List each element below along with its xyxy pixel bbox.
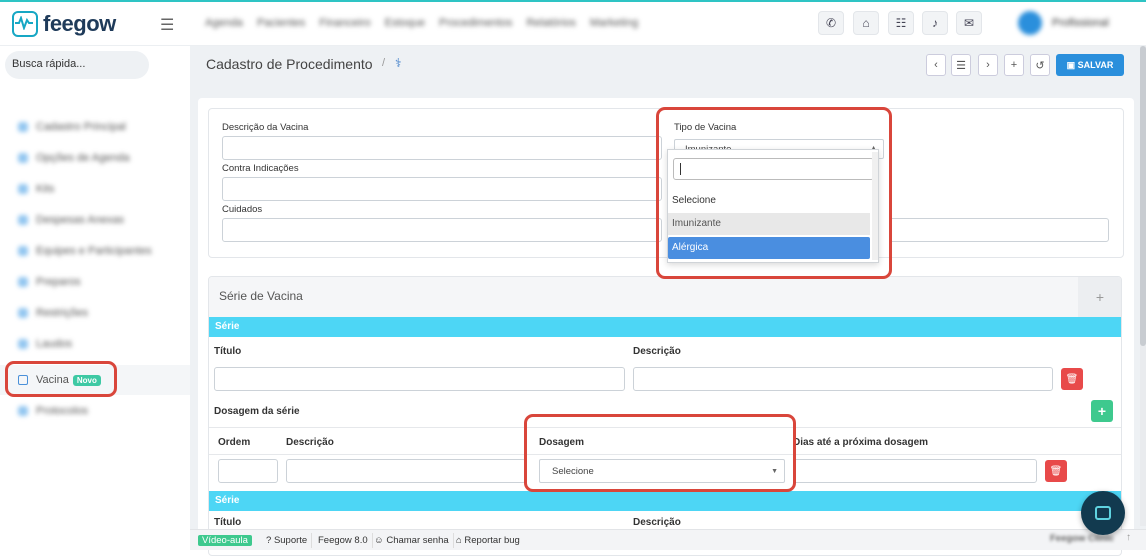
top-bar: feegow ☰ Agenda Pacientes Financeiro Est… <box>0 2 1146 46</box>
chat-icon <box>1095 506 1111 520</box>
ordem-input[interactable] <box>218 459 278 483</box>
delete-dosagem-button[interactable]: 🗑 <box>1045 460 1067 482</box>
col-ordem: Ordem <box>218 437 251 448</box>
save-button[interactable]: ▣ SALVAR <box>1056 54 1124 76</box>
user-name: Profissional <box>1052 17 1109 29</box>
inbox-icon[interactable]: ⌂ <box>853 11 879 35</box>
chat-icon[interactable]: ✉ <box>956 11 982 35</box>
breadcrumb-separator: / <box>382 57 386 69</box>
topnav-item[interactable]: Financeiro <box>319 17 370 29</box>
page-title: Cadastro de Procedimento <box>206 56 373 72</box>
sidebar-item[interactable]: Restrições <box>0 298 190 328</box>
descricao-input[interactable] <box>222 136 662 160</box>
prev-button[interactable]: ‹ <box>926 54 946 76</box>
dosagem-serie-label: Dosagem da série <box>214 406 300 417</box>
topnav-item[interactable]: Marketing <box>590 17 638 29</box>
sidebar-item[interactable]: Opções de Agenda <box>0 143 190 173</box>
descricao-label-2: Descrição <box>633 517 681 528</box>
topnav-item[interactable]: Estoque <box>385 17 425 29</box>
add-button[interactable]: + <box>1004 54 1024 76</box>
history-button[interactable]: ↺ <box>1030 54 1050 76</box>
sidebar-item[interactable]: Laudos <box>0 329 190 359</box>
contra-input[interactable] <box>222 177 662 201</box>
people-icon: ☺ <box>374 535 387 546</box>
bell-icon[interactable]: ♪ <box>922 11 948 35</box>
col-dias: Dias até a próxima dosagem <box>793 437 929 448</box>
serie-header: Série de Vacina + <box>209 277 1121 317</box>
trash-icon: 🗑 <box>1065 373 1079 385</box>
version-label: Feegow 8.0 <box>314 533 373 548</box>
highlight-box <box>524 414 796 492</box>
sidebar-item[interactable]: Preparos <box>0 267 190 297</box>
topnav-item[interactable]: Relatórios <box>526 17 576 29</box>
trash-icon: 🗑 <box>1049 465 1063 477</box>
chat-fab-button[interactable] <box>1081 491 1125 535</box>
titulo-label: Título <box>214 346 242 357</box>
suporte-link[interactable]: ? Suporte <box>262 533 313 548</box>
col-descricao: Descrição <box>286 437 334 448</box>
page-scrollbar[interactable] <box>1140 46 1146 526</box>
cuidados-label: Cuidados <box>222 204 263 215</box>
report-bug-link[interactable]: ⌂ Reportar bug <box>452 533 524 548</box>
footer: Vídeo-aula ? Suporte Feegow 8.0 ☺ Chamar… <box>190 529 1146 550</box>
avatar <box>1018 11 1042 35</box>
titulo-label-2: Título <box>214 517 242 528</box>
topnav-item[interactable]: Pacientes <box>257 17 305 29</box>
add-serie-button[interactable]: + <box>1078 277 1121 317</box>
help-icon: ? <box>266 535 274 546</box>
scroll-top-icon[interactable]: ↑ <box>1126 532 1131 543</box>
chamar-senha-link[interactable]: ☺ Chamar senha <box>370 533 454 548</box>
cuidados-input-right[interactable] <box>889 218 1109 242</box>
contra-label: Contra Indicações <box>222 163 299 174</box>
phone-icon[interactable]: ✆ <box>818 11 844 35</box>
video-aula-button[interactable]: Vídeo-aula <box>194 533 256 548</box>
page-header: Cadastro de Procedimento / ⚕ ‹ ☰ › + ↺ ▣… <box>190 46 1146 86</box>
search-input[interactable]: Busca rápida... <box>5 51 149 79</box>
logo-text: feegow <box>43 11 116 36</box>
top-nav: Agenda Pacientes Financeiro Estoque Proc… <box>205 17 638 29</box>
logo-icon <box>12 11 38 37</box>
highlight-box <box>5 361 117 397</box>
dias-input[interactable] <box>793 459 1037 483</box>
descricao-input[interactable] <box>633 367 1053 391</box>
descricao-dose-input[interactable] <box>286 459 526 483</box>
descricao-label: Descrição <box>633 346 681 357</box>
sidebar-item[interactable]: Cadastro Principal <box>0 112 190 142</box>
serie-title: Série de Vacina <box>219 289 303 303</box>
save-icon: ▣ <box>1066 59 1078 70</box>
cuidados-input[interactable] <box>222 218 662 242</box>
user-menu[interactable]: Profissional <box>1018 11 1109 35</box>
checklist-icon[interactable]: ☷ <box>888 11 914 35</box>
titulo-input[interactable] <box>214 367 625 391</box>
sidebar-item[interactable]: Kits <box>0 174 190 204</box>
list-button[interactable]: ☰ <box>951 54 971 76</box>
highlight-box <box>656 107 892 279</box>
sidebar-item[interactable]: Equipes e Participantes <box>0 236 190 266</box>
logo[interactable]: feegow <box>12 11 116 37</box>
sidebar-item[interactable]: Protocolos <box>0 396 190 426</box>
next-button[interactable]: › <box>978 54 998 76</box>
sidebar-item[interactable]: Despesas Anexas <box>0 205 190 235</box>
delete-serie-button[interactable]: 🗑 <box>1061 368 1083 390</box>
stethoscope-icon: ⚕ <box>395 56 402 70</box>
serie-bar: Série <box>209 317 1121 337</box>
sidebar: Busca rápida... Cadastro Principal Opçõe… <box>0 46 190 550</box>
serie-bar-2: Série <box>209 491 1121 511</box>
descricao-label: Descrição da Vacina <box>222 122 309 133</box>
menu-icon[interactable]: ☰ <box>160 15 174 35</box>
bug-icon: ⌂ <box>456 535 465 546</box>
topnav-item[interactable]: Procedimentos <box>439 17 512 29</box>
add-dosagem-button[interactable]: + <box>1091 400 1113 422</box>
topnav-item[interactable]: Agenda <box>205 17 243 29</box>
